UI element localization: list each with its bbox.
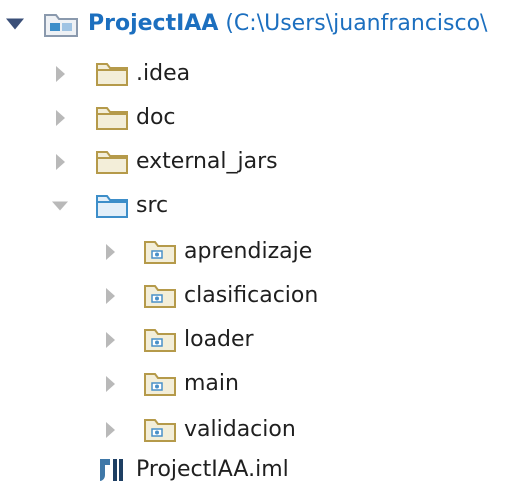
expand-arrow-icon[interactable] [56, 110, 65, 126]
tree-node-label: doc [136, 105, 176, 130]
expand-arrow-icon[interactable] [106, 288, 115, 304]
expand-arrow-icon[interactable] [106, 376, 115, 392]
expand-arrow-icon[interactable] [106, 244, 115, 260]
tree-node-external-jars[interactable]: external_jars [0, 142, 528, 182]
tree-node-validacion[interactable]: validacion [0, 410, 528, 450]
tree-node-loader[interactable]: loader [0, 320, 528, 360]
tree-node-projectiaa[interactable]: ProjectIAA (C:\Users\juanfrancisco\ [0, 4, 528, 44]
package-folder-icon [144, 329, 176, 352]
tree-node-label: external_jars [136, 149, 278, 174]
project-path: (C:\Users\juanfrancisco\ [218, 11, 488, 36]
tree-node-aprendizaje[interactable]: aprendizaje [0, 232, 528, 272]
tree-node-doc[interactable]: doc [0, 98, 528, 138]
expand-arrow-icon[interactable] [106, 332, 115, 348]
tree-node-label: loader [184, 327, 254, 352]
source-folder-icon [96, 195, 128, 218]
project-module-icon [44, 14, 78, 37]
folder-icon [96, 63, 128, 86]
tree-node-label: ProjectIAA.iml [136, 457, 289, 482]
expand-arrow-icon[interactable] [56, 66, 65, 82]
tree-node-label: aprendizaje [184, 239, 313, 264]
tree-node-projectiaa-iml[interactable]: ProjectIAA.iml [0, 450, 528, 490]
tree-node-label: src [136, 193, 169, 218]
package-folder-icon [144, 285, 176, 308]
expand-arrow-icon[interactable] [106, 422, 115, 438]
project-name: ProjectIAA [88, 11, 219, 36]
collapse-arrow-icon[interactable] [6, 18, 24, 30]
tree-node-label: .idea [136, 61, 191, 86]
project-root-label: ProjectIAA (C:\Users\juanfrancisco\ [88, 13, 487, 35]
folder-icon [96, 107, 128, 130]
tree-node-idea[interactable]: .idea [0, 54, 528, 94]
package-folder-icon [144, 241, 176, 264]
folder-icon [96, 151, 128, 174]
project-tree: ProjectIAA (C:\Users\juanfrancisco\ .ide… [0, 0, 528, 490]
tree-node-label: validacion [184, 417, 296, 442]
tree-node-src[interactable]: src [0, 186, 528, 226]
package-folder-icon [144, 373, 176, 396]
tree-node-clasificacion[interactable]: clasificacion [0, 276, 528, 316]
collapse-arrow-icon[interactable] [52, 201, 68, 211]
tree-node-label: clasificacion [184, 283, 319, 308]
tree-node-label: main [184, 371, 239, 396]
iml-file-icon [100, 459, 123, 481]
tree-node-main[interactable]: main [0, 364, 528, 404]
package-folder-icon [144, 419, 176, 442]
expand-arrow-icon[interactable] [56, 154, 65, 170]
